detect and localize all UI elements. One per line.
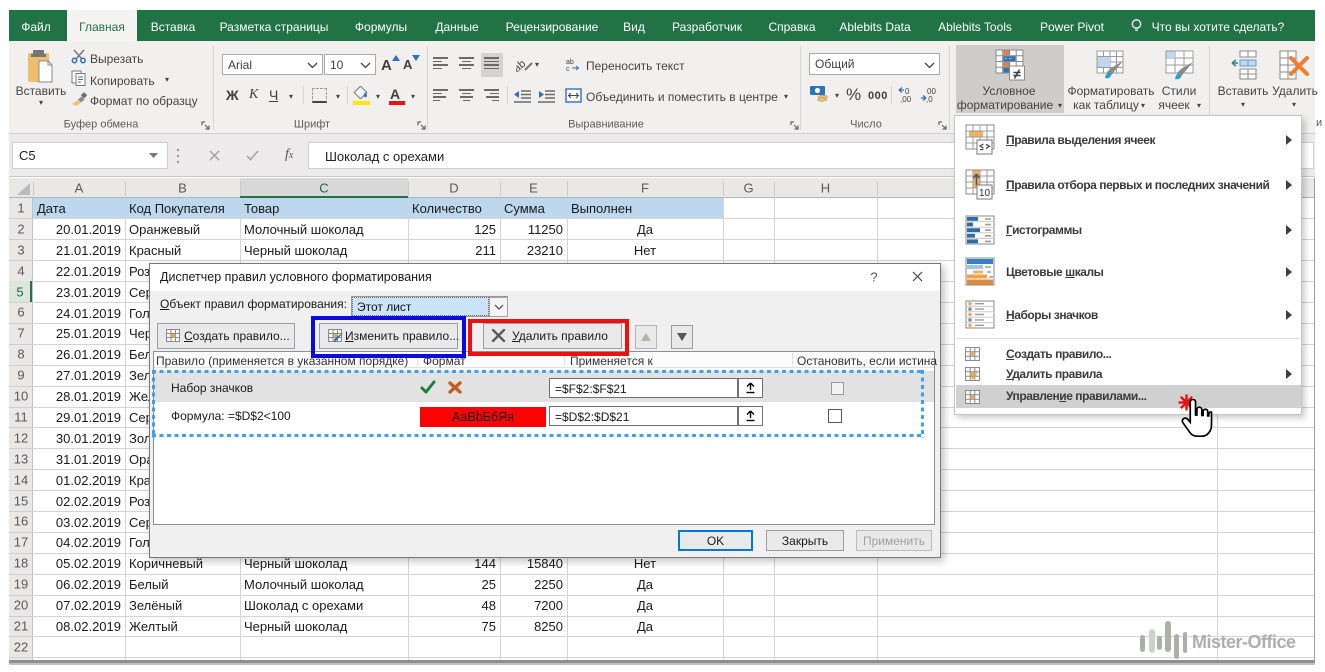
svg-text:c: c xyxy=(566,66,570,72)
svg-text:ab: ab xyxy=(566,59,574,66)
svg-text:10: 10 xyxy=(979,188,991,199)
svg-text:ab: ab xyxy=(516,58,528,73)
svg-text:,0: ,0 xyxy=(926,95,933,103)
svg-text:,00: ,00 xyxy=(900,95,912,103)
